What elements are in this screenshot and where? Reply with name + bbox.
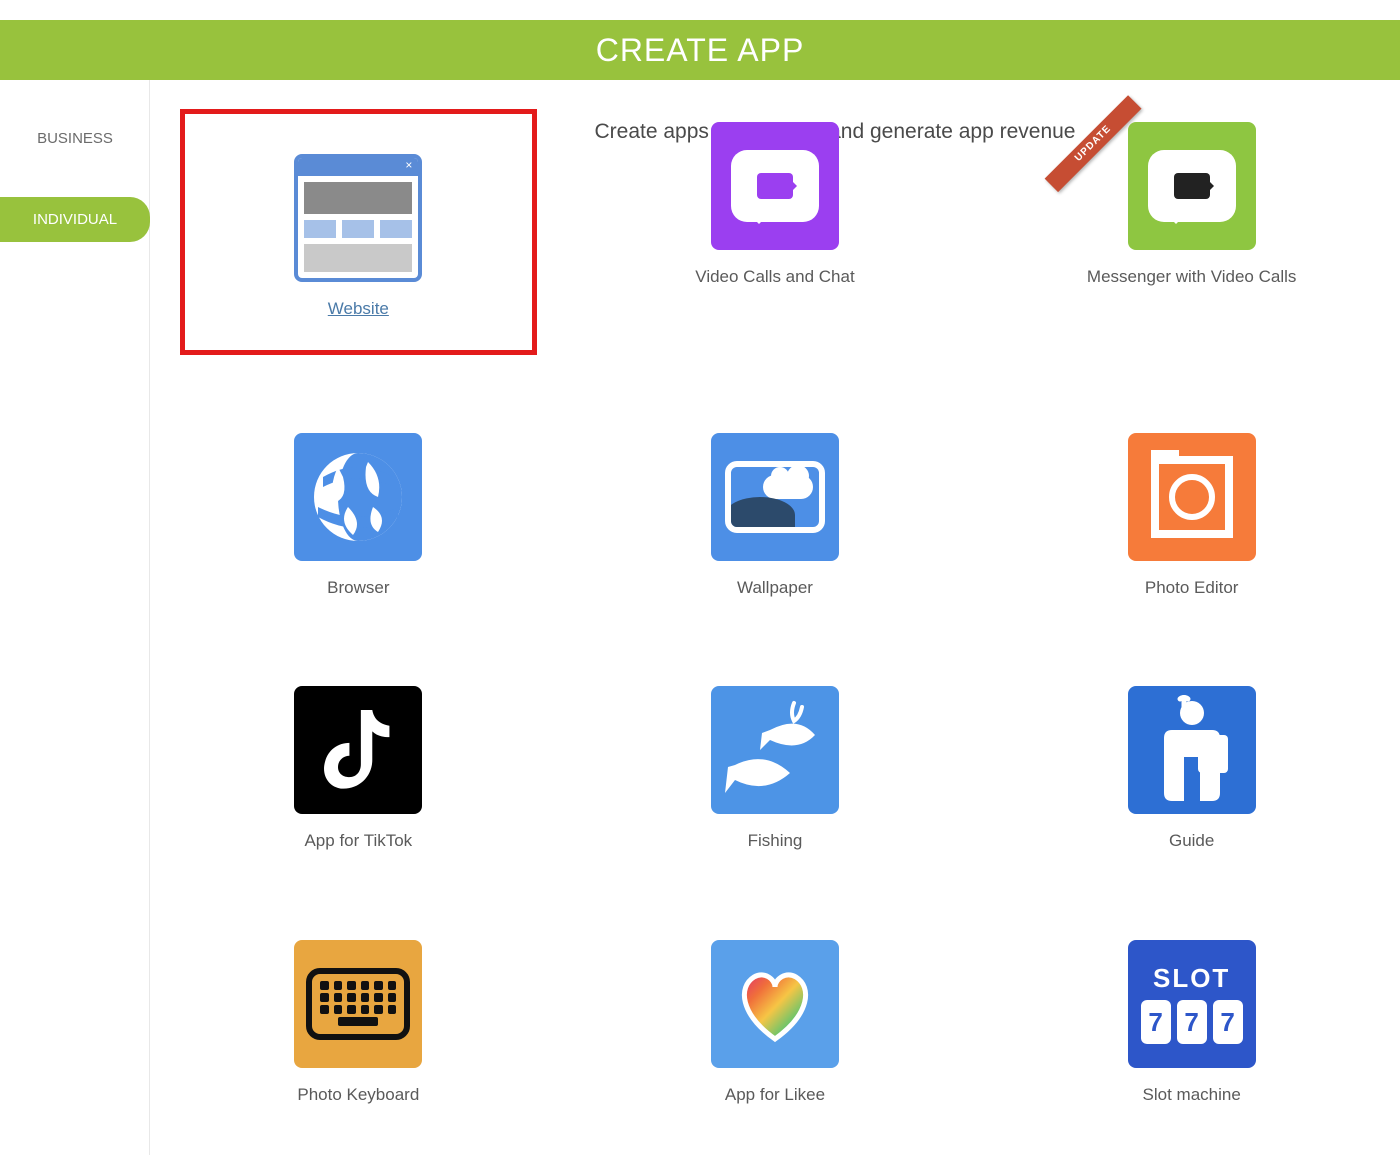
app-card-fishing[interactable]: Fishing xyxy=(597,678,954,862)
app-label: Photo Keyboard xyxy=(188,1082,529,1108)
app-label: Fishing xyxy=(605,828,946,854)
app-card-tiktok[interactable]: App for TikTok xyxy=(180,678,537,862)
globe-icon xyxy=(294,433,422,561)
page-title: CREATE APP xyxy=(596,32,805,69)
app-label: Browser xyxy=(188,575,529,601)
wallpaper-icon xyxy=(711,433,839,561)
sidebar-item-business[interactable]: BUSINESS xyxy=(0,116,150,161)
app-grid: Website Video Calls and Chat UPDATE Mess… xyxy=(180,114,1370,1115)
app-card-wallpaper[interactable]: Wallpaper xyxy=(597,425,954,609)
tiktok-icon xyxy=(294,686,422,814)
keyboard-icon xyxy=(294,940,422,1068)
content-area: Create apps to monetize and generate app… xyxy=(150,80,1400,1155)
app-card-slot-machine[interactable]: SLOT 7 7 7 Slot machine xyxy=(1013,932,1370,1116)
app-label: Messenger with Video Calls xyxy=(1021,264,1362,290)
messenger-icon xyxy=(1128,122,1256,250)
sidebar-item-label: BUSINESS xyxy=(37,130,113,147)
app-card-browser[interactable]: Browser xyxy=(180,425,537,609)
slot-machine-icon: SLOT 7 7 7 xyxy=(1128,940,1256,1068)
photo-editor-icon xyxy=(1128,433,1256,561)
sidebar-item-label: INDIVIDUAL xyxy=(33,211,117,228)
app-card-guide[interactable]: Guide xyxy=(1013,678,1370,862)
website-icon xyxy=(294,154,422,282)
app-label: Photo Editor xyxy=(1021,575,1362,601)
app-card-likee[interactable]: App for Likee xyxy=(597,932,954,1116)
page-header: CREATE APP xyxy=(0,20,1400,80)
app-label: App for Likee xyxy=(605,1082,946,1108)
app-label: Website xyxy=(193,296,524,322)
app-label: Wallpaper xyxy=(605,575,946,601)
guide-icon xyxy=(1128,686,1256,814)
app-label: Guide xyxy=(1021,828,1362,854)
app-card-website[interactable]: Website xyxy=(180,109,537,355)
top-spacer xyxy=(0,0,1400,20)
app-card-photo-keyboard[interactable]: Photo Keyboard xyxy=(180,932,537,1116)
likee-icon xyxy=(711,940,839,1068)
app-card-messenger[interactable]: UPDATE Messenger with Video Calls xyxy=(1013,114,1370,355)
sidebar: BUSINESS INDIVIDUAL xyxy=(0,80,150,1155)
app-card-video-calls[interactable]: Video Calls and Chat xyxy=(597,114,954,355)
video-call-icon xyxy=(711,122,839,250)
app-label: Video Calls and Chat xyxy=(605,264,946,290)
app-label: Slot machine xyxy=(1021,1082,1362,1108)
app-label: App for TikTok xyxy=(188,828,529,854)
fishing-icon xyxy=(711,686,839,814)
app-card-photo-editor[interactable]: Photo Editor xyxy=(1013,425,1370,609)
sidebar-item-individual[interactable]: INDIVIDUAL xyxy=(0,197,150,242)
